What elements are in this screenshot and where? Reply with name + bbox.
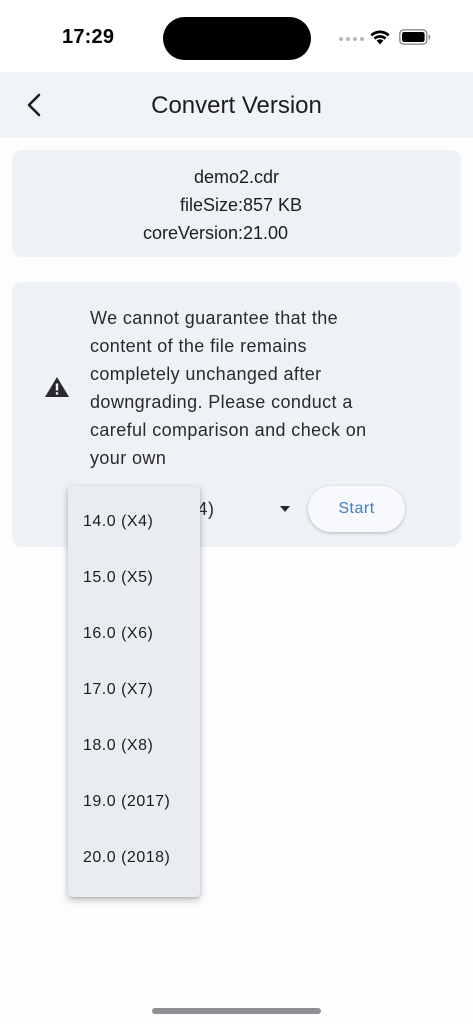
dropdown-option[interactable]: 17.0 (X7) bbox=[68, 662, 200, 718]
cellular-signal-icon bbox=[339, 37, 364, 41]
dropdown-option[interactable]: 16.0 (X6) bbox=[68, 606, 200, 662]
warning-line: careful comparison and check on bbox=[90, 420, 367, 440]
page-title: Convert Version bbox=[151, 92, 322, 119]
file-info-card: demo2.cdr fileSize: 857 KB coreVersion: … bbox=[12, 150, 461, 257]
file-size-label: fileSize: bbox=[179, 195, 243, 215]
dropdown-option[interactable]: 18.0 (X8) bbox=[68, 718, 200, 774]
app-bar: Convert Version bbox=[0, 72, 473, 138]
status-time: 17:29 bbox=[62, 26, 115, 48]
caret-down-icon bbox=[280, 506, 290, 512]
file-name: demo2.cdr bbox=[193, 167, 280, 187]
dropdown-option[interactable]: 19.0 (2017) bbox=[68, 774, 200, 830]
warning-line: content of the file remains bbox=[90, 336, 307, 356]
warning-line: We cannot guarantee that the bbox=[90, 308, 339, 328]
dynamic-island bbox=[163, 17, 311, 60]
warning-triangle-icon bbox=[45, 377, 69, 397]
wifi-icon bbox=[370, 30, 390, 45]
core-version-value: 21.00 bbox=[243, 223, 289, 243]
dropdown-option[interactable]: 14.0 (X4) bbox=[68, 494, 200, 550]
core-version-label: coreVersion: bbox=[142, 223, 243, 243]
version-dropdown-menu: 14.0 (X4) 15.0 (X5) 16.0 (X6) 17.0 (X7) … bbox=[68, 486, 200, 897]
start-button[interactable]: Start bbox=[308, 486, 405, 532]
battery-icon bbox=[399, 29, 431, 45]
warning-line: completely unchanged after bbox=[90, 364, 322, 384]
file-size-value: 857 KB bbox=[243, 195, 303, 215]
warning-message: We cannot guarantee that the content of … bbox=[90, 304, 430, 472]
status-bar: 17:29 bbox=[0, 0, 473, 72]
dropdown-option[interactable]: 20.0 (2018) bbox=[68, 830, 200, 886]
warning-line: your own bbox=[90, 448, 167, 468]
warning-line: downgrading. Please conduct a bbox=[90, 392, 353, 412]
dropdown-option[interactable]: 15.0 (X5) bbox=[68, 550, 200, 606]
home-indicator[interactable] bbox=[152, 1008, 321, 1014]
